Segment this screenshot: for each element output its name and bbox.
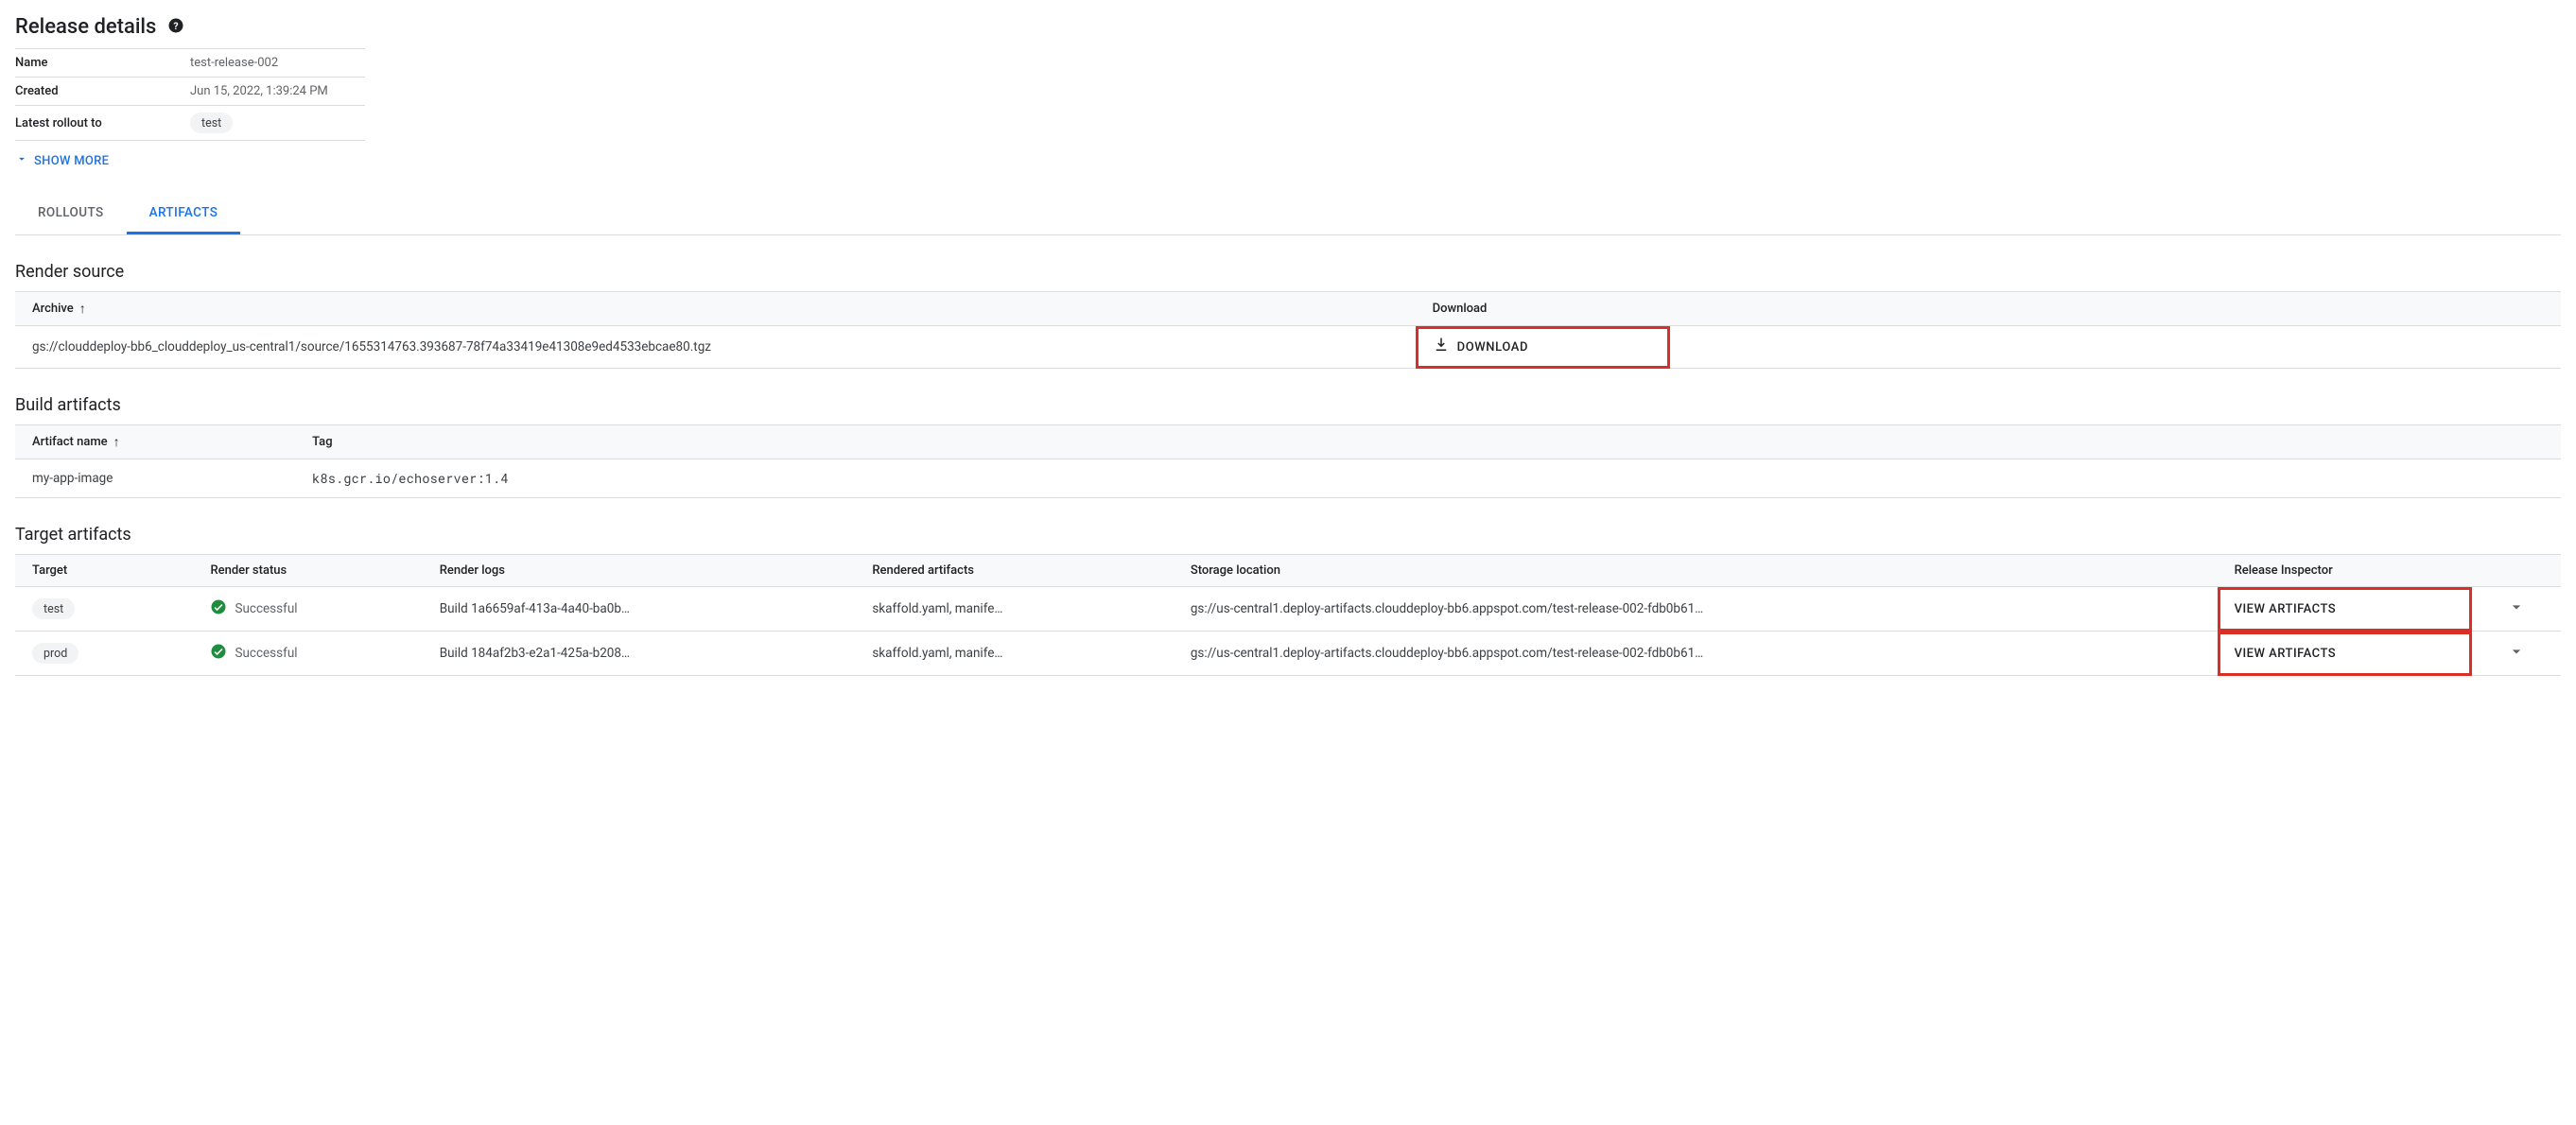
col-render-status[interactable]: Render status — [193, 555, 422, 587]
col-archive-label: Archive — [32, 302, 74, 316]
chevron-down-icon — [15, 152, 28, 169]
detail-row-latest-rollout: Latest rollout to test — [15, 106, 365, 141]
status-text: Successful — [235, 601, 297, 616]
tab-rollouts[interactable]: ROLLOUTS — [15, 196, 127, 234]
table-row: prod Successful Build 184af2b3-e2a1-425a… — [15, 632, 2561, 676]
col-archive[interactable]: Archive ↑ — [15, 292, 1416, 326]
detail-label: Name — [15, 56, 190, 70]
release-details-table: Name test-release-002 Created Jun 15, 20… — [15, 48, 365, 141]
svg-text:?: ? — [174, 19, 179, 31]
target-cell: test — [15, 587, 193, 632]
expand-cell[interactable] — [2472, 587, 2561, 632]
page-header: Release details ? — [15, 15, 2561, 39]
render-source-table: Archive ↑ Download gs://clouddeploy-bb6_… — [15, 291, 2561, 369]
col-render-logs[interactable]: Render logs — [423, 555, 856, 587]
build-artifacts-table: Artifact name ↑ Tag my-app-image k8s.gcr… — [15, 424, 2561, 498]
col-storage-location[interactable]: Storage location — [1174, 555, 2218, 587]
sort-arrow-up-icon: ↑ — [113, 434, 120, 450]
rollout-target-chip[interactable]: test — [190, 112, 233, 133]
render-source-heading: Render source — [15, 262, 2561, 282]
render-logs[interactable]: Build 184af2b3-e2a1-425a-b208… — [423, 632, 856, 676]
sort-arrow-up-icon: ↑ — [79, 301, 86, 317]
target-cell: prod — [15, 632, 193, 676]
rendered-artifacts: skaffold.yaml, manife… — [855, 632, 1174, 676]
download-button[interactable]: DOWNLOAD — [1433, 337, 1528, 357]
release-inspector-cell: VIEW ARTIFACTS — [2218, 632, 2472, 676]
render-status-cell: Successful — [193, 587, 422, 632]
col-target[interactable]: Target — [15, 555, 193, 587]
detail-label: Latest rollout to — [15, 116, 190, 130]
col-release-inspector: Release Inspector — [2218, 555, 2472, 587]
download-cell: DOWNLOAD — [1416, 326, 1670, 369]
target-artifacts-table: Target Render status Render logs Rendere… — [15, 554, 2561, 676]
render-status-cell: Successful — [193, 632, 422, 676]
detail-value: test — [190, 112, 365, 133]
show-more-button[interactable]: SHOW MORE — [15, 152, 109, 169]
col-artifact-name-label: Artifact name — [32, 435, 108, 449]
download-label: DOWNLOAD — [1457, 340, 1528, 355]
download-icon — [1433, 337, 1450, 357]
artifact-tag: k8s.gcr.io/echoserver:1.4 — [295, 459, 2561, 498]
view-artifacts-button[interactable]: VIEW ARTIFACTS — [2235, 647, 2337, 661]
status-text: Successful — [235, 646, 297, 661]
build-artifact-row: my-app-image k8s.gcr.io/echoserver:1.4 — [15, 459, 2561, 498]
build-artifacts-heading: Build artifacts — [15, 395, 2561, 415]
col-download: Download — [1416, 292, 1670, 326]
show-more-label: SHOW MORE — [34, 154, 109, 168]
help-icon[interactable]: ? — [167, 17, 184, 38]
detail-label: Created — [15, 84, 190, 98]
render-logs[interactable]: Build 1a6659af-413a-4a40-ba0b… — [423, 587, 856, 632]
archive-path: gs://clouddeploy-bb6_clouddeploy_us-cent… — [15, 326, 1416, 369]
chevron-down-icon — [2507, 649, 2526, 665]
col-spacer — [1670, 292, 2561, 326]
table-row: test Successful Build 1a6659af-413a-4a40… — [15, 587, 2561, 632]
col-expand — [2472, 555, 2561, 587]
success-check-icon — [210, 643, 227, 664]
storage-location: gs://us-central1.deploy-artifacts.cloudd… — [1174, 632, 2218, 676]
rendered-artifacts: skaffold.yaml, manife… — [855, 587, 1174, 632]
col-artifact-name[interactable]: Artifact name ↑ — [15, 425, 295, 459]
success-check-icon — [210, 598, 227, 619]
col-download-label: Download — [1433, 302, 1488, 316]
release-inspector-cell: VIEW ARTIFACTS — [2218, 587, 2472, 632]
view-artifacts-button[interactable]: VIEW ARTIFACTS — [2235, 602, 2337, 616]
target-chip[interactable]: test — [32, 598, 75, 619]
storage-location: gs://us-central1.deploy-artifacts.cloudd… — [1174, 587, 2218, 632]
detail-value: test-release-002 — [190, 56, 365, 70]
col-rendered-artifacts[interactable]: Rendered artifacts — [855, 555, 1174, 587]
tabs-bar: ROLLOUTS ARTIFACTS — [15, 196, 2561, 235]
detail-value: Jun 15, 2022, 1:39:24 PM — [190, 84, 365, 98]
col-tag[interactable]: Tag — [295, 425, 2561, 459]
tab-artifacts[interactable]: ARTIFACTS — [127, 196, 241, 234]
expand-cell[interactable] — [2472, 632, 2561, 676]
target-chip[interactable]: prod — [32, 643, 78, 664]
detail-row-name: Name test-release-002 — [15, 49, 365, 78]
detail-row-created: Created Jun 15, 2022, 1:39:24 PM — [15, 78, 365, 106]
target-artifacts-heading: Target artifacts — [15, 525, 2561, 545]
render-source-row: gs://clouddeploy-bb6_clouddeploy_us-cent… — [15, 326, 2561, 369]
artifact-name: my-app-image — [15, 459, 295, 498]
col-tag-label: Tag — [312, 435, 332, 449]
page-title: Release details — [15, 15, 156, 39]
chevron-down-icon — [2507, 605, 2526, 620]
